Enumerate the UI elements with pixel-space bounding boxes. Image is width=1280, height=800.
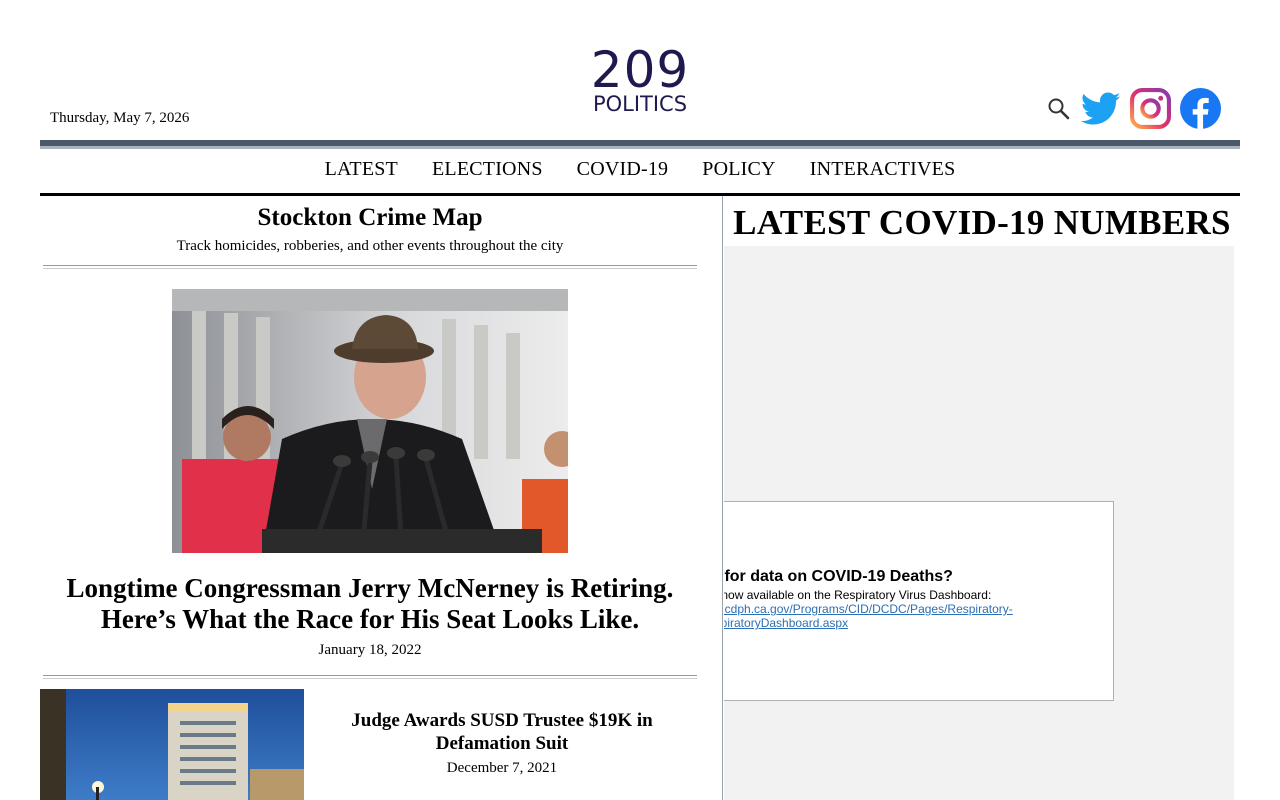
nav-policy[interactable]: POLICY bbox=[702, 158, 775, 181]
main-nav: LATEST ELECTIONS COVID-19 POLICY INTERAC… bbox=[40, 158, 1240, 181]
story-headline[interactable]: Judge Awards SUSD Trustee $19K in Defama… bbox=[330, 709, 674, 755]
covid-notice-card: ing for data on COVID-19 Deaths? ta is n… bbox=[724, 501, 1114, 701]
search-icon[interactable] bbox=[1046, 96, 1072, 122]
column-divider bbox=[722, 196, 723, 800]
lead-story-date: January 18, 2022 bbox=[318, 642, 422, 658]
covid-dashboard-link[interactable]: www.cdph.ca.gov/Programs/CID/DCDC/Pages/… bbox=[724, 602, 1036, 630]
site-logo[interactable]: 209 POLITICS bbox=[540, 40, 740, 116]
main-column: Stockton Crime Map Track homicides, robb… bbox=[40, 196, 700, 800]
story-date: December 7, 2021 bbox=[446, 760, 558, 776]
instagram-icon[interactable] bbox=[1130, 88, 1171, 129]
lead-story-headline[interactable]: Longtime Congressman Jerry McNerney is R… bbox=[50, 573, 690, 635]
covid-embed-panel: ing for data on COVID-19 Deaths? ta is n… bbox=[724, 246, 1234, 800]
logo-word: POLITICS bbox=[592, 92, 688, 116]
nav-interactives[interactable]: INTERACTIVES bbox=[810, 158, 956, 181]
divider bbox=[43, 675, 697, 679]
covid-section-title: LATEST COVID-19 NUMBERS bbox=[733, 203, 1231, 242]
covid-dashboard-link-line2: /RespiratoryDashboard.aspx bbox=[724, 616, 849, 630]
lead-story-photo[interactable] bbox=[172, 289, 568, 553]
social-bar bbox=[1046, 88, 1230, 129]
feature-subtitle: Track homicides, robberies, and other ev… bbox=[176, 238, 564, 254]
covid-dashboard-link-line1: www.cdph.ca.gov/Programs/CID/DCDC/Pages/… bbox=[724, 602, 1013, 616]
nav-elections[interactable]: ELECTIONS bbox=[432, 158, 543, 181]
header-rule-light bbox=[40, 146, 1240, 149]
current-date: Thursday, May 7, 2026 bbox=[50, 110, 190, 126]
nav-covid-19[interactable]: COVID-19 bbox=[577, 158, 669, 181]
covid-notice-text: ta is now available on the Respiratory V… bbox=[724, 588, 992, 602]
covid-notice-heading: ing for data on COVID-19 Deaths? bbox=[724, 568, 953, 585]
logo-number: 209 bbox=[590, 41, 690, 99]
nav-latest[interactable]: LATEST bbox=[325, 158, 398, 181]
divider bbox=[43, 265, 697, 269]
feature-title[interactable]: Stockton Crime Map bbox=[40, 204, 700, 232]
twitter-icon[interactable] bbox=[1080, 92, 1121, 126]
facebook-icon[interactable] bbox=[1180, 88, 1221, 129]
story-photo[interactable] bbox=[40, 689, 304, 800]
